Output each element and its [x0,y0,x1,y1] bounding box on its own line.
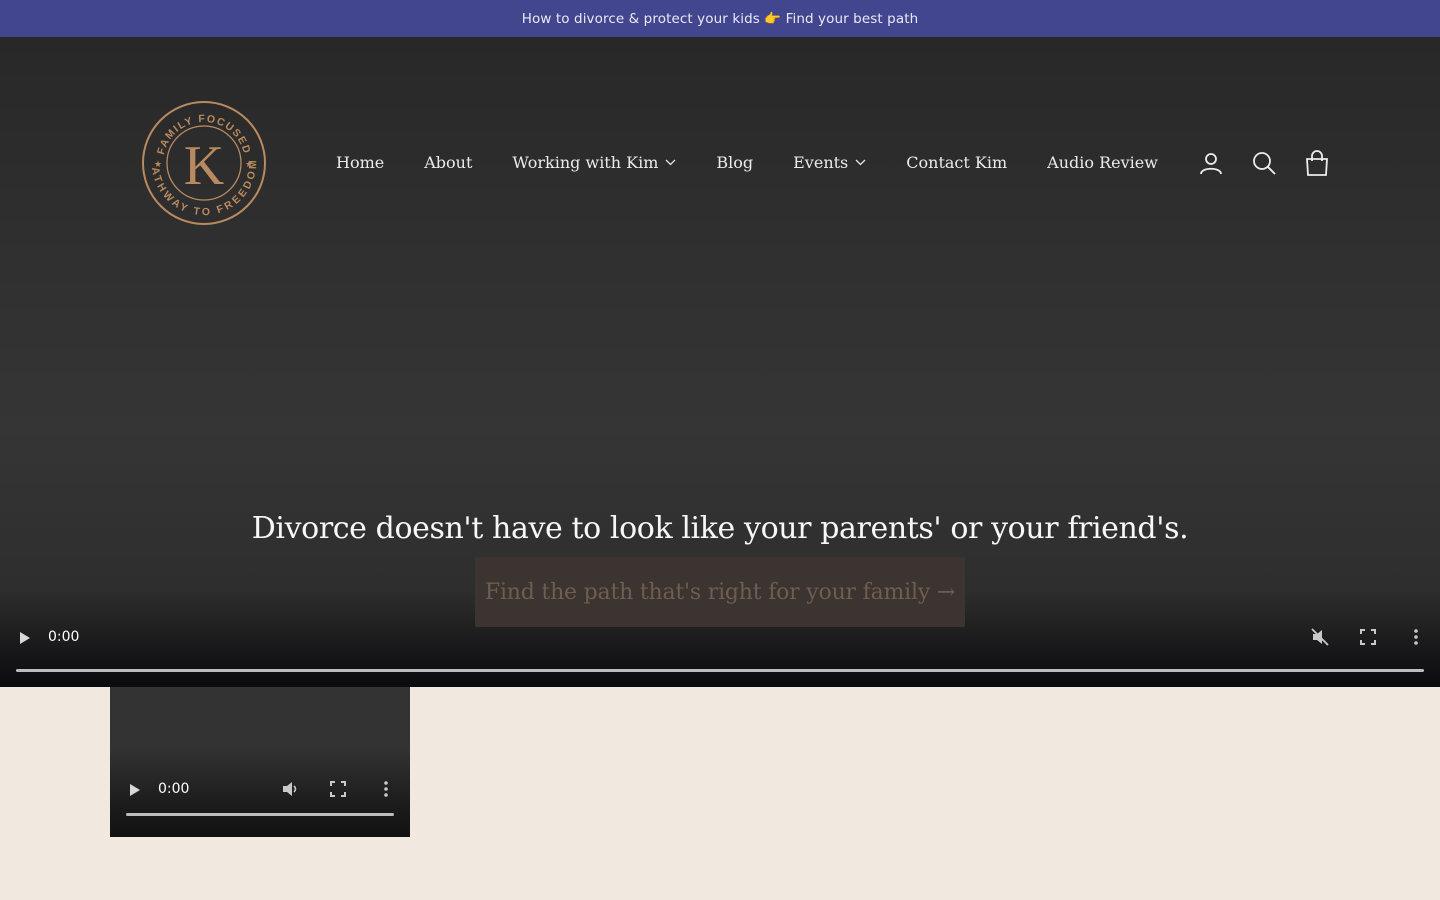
nav-item-about[interactable]: About [424,153,472,172]
nav-label: Home [336,152,385,172]
play-icon[interactable] [128,782,142,798]
site-logo[interactable]: FAMILY FOCUSED PATHWAY TO FREEDOM ★ ★ K [137,98,267,226]
nav-item-working-with-kim[interactable]: Working with Kim [512,153,676,172]
account-icon[interactable] [1198,150,1224,176]
secondary-video[interactable]: 0:00 [110,687,410,837]
chevron-down-icon [665,159,676,165]
nav-item-blog[interactable]: Blog [716,153,753,172]
chevron-down-icon [855,159,866,165]
logo-letter: K [184,135,224,197]
nav-item-events[interactable]: Events [793,153,866,172]
video-progress-bar[interactable] [16,669,1424,672]
logo-star-left: ★ [154,160,162,170]
main-nav: Home About Working with Kim Blog Events … [336,149,1158,175]
video-progress-bar[interactable] [126,813,394,816]
fullscreen-icon[interactable] [1357,626,1379,648]
announcement-bar: How to divorce & protect your kids 👉 Fin… [0,0,1440,37]
video-time: 0:00 [48,629,80,645]
announcement-link[interactable]: How to divorce & protect your kids 👉 Fin… [522,11,919,27]
hero-headline: Divorce doesn't have to look like your p… [251,511,1189,546]
nav-label: Events [793,152,849,172]
more-options-icon[interactable] [1405,626,1427,648]
nav-label: Contact Kim [906,152,1008,172]
video-time: 0:00 [158,781,190,797]
logo-seal-icon: FAMILY FOCUSED PATHWAY TO FREEDOM ★ ★ K [137,98,266,225]
nav-item-contact-kim[interactable]: Contact Kim [906,153,1007,172]
more-options-icon[interactable] [375,778,397,800]
header-icons [1198,150,1330,176]
nav-label: About [424,152,473,172]
nav-item-home[interactable]: Home [336,153,384,172]
mute-icon[interactable] [1309,626,1331,648]
cart-icon[interactable] [1304,150,1330,176]
search-icon[interactable] [1251,150,1277,176]
nav-label: Audio Review [1047,152,1158,172]
hero-video[interactable]: FAMILY FOCUSED PATHWAY TO FREEDOM ★ ★ K … [0,37,1440,687]
fullscreen-icon[interactable] [327,778,349,800]
nav-label: Working with Kim [512,152,659,172]
logo-star-right: ★ [245,160,253,170]
volume-icon[interactable] [279,778,301,800]
nav-item-audio-review[interactable]: Audio Review [1047,153,1158,172]
nav-label: Blog [716,152,754,172]
play-icon[interactable] [18,630,32,646]
video-controls: 0:00 [0,607,1440,687]
